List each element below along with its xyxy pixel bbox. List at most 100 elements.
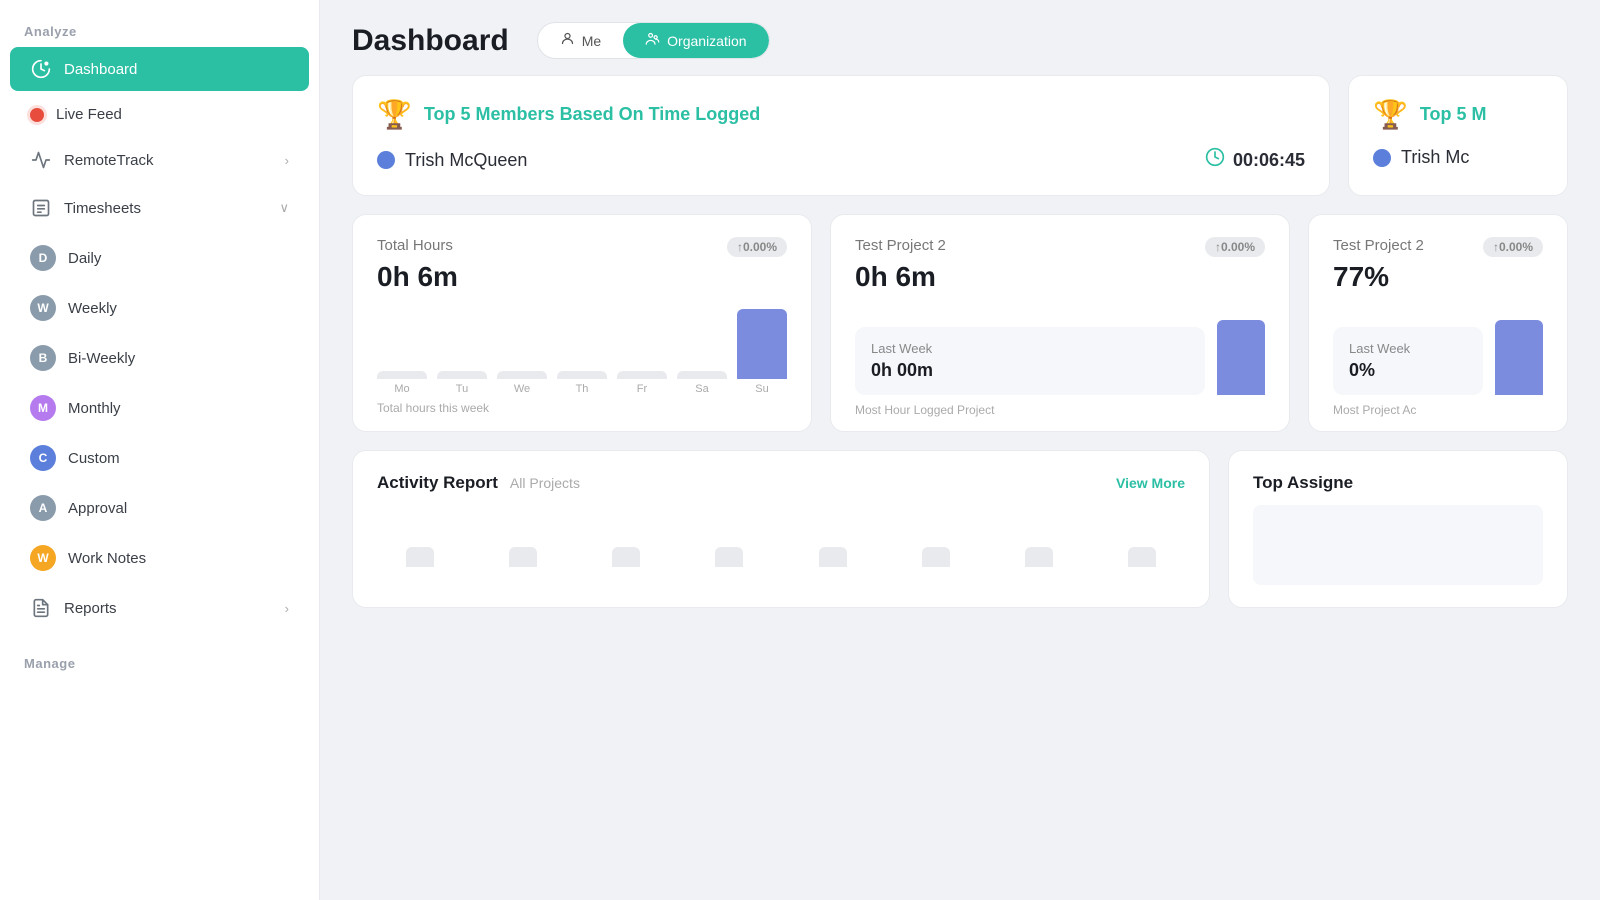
top-members-card: 🏆 Top 5 Members Based On Time Logged Tri… [352,75,1330,196]
activity-sub: All Projects [510,475,580,491]
bar-su [737,309,787,379]
member-dot-2 [1373,149,1391,167]
act-bar-4 [687,507,772,567]
person-icon [560,31,575,50]
bar-col-tu: Tu [437,305,487,395]
live-feed-icon [30,108,44,122]
bottom-row: Activity Report All Projects View More T… [352,450,1568,608]
act-bar-6 [893,507,978,567]
test-project-badge: ↑0.00% [1205,237,1265,257]
total-hours-value: 0h 6m [377,261,787,293]
test-project-2-inner: Last Week 0% [1333,305,1543,395]
sidebar-item-dashboard[interactable]: Dashboard [10,47,309,91]
test-project-card: Test Project 2 ↑0.00% 0h 6m Last Week 0h… [830,214,1290,432]
gauge-icon [30,58,52,80]
project-bar [1217,320,1265,395]
sidebar-item-label-worknotes: Work Notes [68,550,146,567]
biweekly-avatar: B [30,345,56,371]
last-week-value-2: 0% [1349,360,1467,381]
member-name-2: Trish Mc [1401,147,1543,168]
total-hours-card: Total Hours ↑0.00% 0h 6m Mo Tu We [352,214,812,432]
sidebar-item-label-timesheets: Timesheets [64,200,141,217]
bar-label-tu: Tu [456,383,468,395]
sidebar-item-live-feed[interactable]: Live Feed [10,95,309,134]
act-bar-shape-4 [715,547,743,567]
daily-avatar: D [30,245,56,271]
test-project-2-label: Test Project 2 [1333,237,1424,254]
sidebar-item-label-custom: Custom [68,450,120,467]
timesheets-sub-items: D Daily W Weekly B Bi-Weekly M Monthly C… [0,232,319,584]
bar-col-fr: Fr [617,305,667,395]
last-week-value: 0h 00m [871,360,1189,381]
activity-title: Activity Report [377,473,498,493]
trophy-title: Top 5 Members Based On Time Logged [424,104,760,125]
sidebar-item-label-live-feed: Live Feed [56,106,122,123]
bar-we [497,371,547,379]
custom-avatar: C [30,445,56,471]
monthly-avatar: M [30,395,56,421]
project-bar-2 [1495,320,1543,395]
approval-avatar: A [30,495,56,521]
sidebar-item-worknotes[interactable]: W Work Notes [10,534,309,582]
last-week-label-2: Last Week [1349,341,1467,356]
tab-organization[interactable]: Organization [623,23,768,58]
chevron-right-icon: › [285,153,289,168]
sidebar-section-analyze: Analyze [0,16,319,45]
sidebar-item-timesheets[interactable]: Timesheets ∨ [10,186,309,230]
activity-header: Activity Report All Projects View More [377,473,1185,493]
test-project-2-right [1495,305,1543,395]
top-assignee-title: Top Assigne [1253,473,1543,493]
bar-sa [677,371,727,379]
act-bar-shape-7 [1025,547,1053,567]
act-bar-shape-1 [406,547,434,567]
sidebar-item-daily[interactable]: D Daily [10,234,309,282]
test-project-right [1217,305,1265,395]
bar-mo [377,371,427,379]
view-more-link[interactable]: View More [1116,475,1185,491]
top-assignee-card: Top Assigne [1228,450,1568,608]
act-bar-8 [1100,507,1185,567]
total-hours-footer: Total hours this week [377,401,787,415]
bar-th [557,371,607,379]
page-title: Dashboard [352,24,509,58]
sidebar-item-custom[interactable]: C Custom [10,434,309,482]
bar-col-th: Th [557,305,607,395]
view-tab-group: Me Organization [537,22,770,59]
act-bar-shape-5 [819,547,847,567]
tab-org-label: Organization [667,33,746,49]
content-area: 🏆 Top 5 Members Based On Time Logged Tri… [320,75,1600,900]
bar-fr [617,371,667,379]
total-hours-badge: ↑0.00% [727,237,787,257]
sidebar-item-label-dashboard: Dashboard [64,61,137,78]
act-bar-shape-2 [509,547,537,567]
sidebar-item-weekly[interactable]: W Weekly [10,284,309,332]
main-header: Dashboard Me Organization [320,0,1600,75]
last-week-box-2: Last Week 0% [1333,327,1483,395]
test-project-header: Test Project 2 ↑0.00% [855,237,1265,257]
test-project-2-left: Last Week 0% [1333,319,1483,395]
act-bar-1 [377,507,462,567]
bar-label-mo: Mo [394,383,409,395]
sidebar-item-biweekly[interactable]: B Bi-Weekly [10,334,309,382]
bar-tu [437,371,487,379]
test-project-card-2: Test Project 2 ↑0.00% 77% Last Week 0% [1308,214,1568,432]
act-bar-2 [480,507,565,567]
test-project-inner: Last Week 0h 00m [855,305,1265,395]
trophy-icon-2: 🏆 [1373,98,1408,131]
worknotes-avatar: W [30,545,56,571]
activity-card: Activity Report All Projects View More [352,450,1210,608]
trophy-card-header: 🏆 Top 5 Members Based On Time Logged [377,98,1305,131]
last-week-box: Last Week 0h 00m [855,327,1205,395]
trophy-icon: 🏆 [377,98,412,131]
tab-me[interactable]: Me [538,23,623,58]
sidebar-item-monthly[interactable]: M Monthly [10,384,309,432]
top-assignee-content [1253,505,1543,585]
sidebar-item-approval[interactable]: A Approval [10,484,309,532]
sidebar-item-remotetrack[interactable]: RemoteTrack › [10,138,309,182]
sidebar-item-reports[interactable]: Reports › [10,586,309,630]
test-project-2-value: 77% [1333,261,1543,293]
trophy-member-row-2: Trish Mc [1373,147,1543,168]
clock-icon [1205,147,1225,173]
tab-me-label: Me [582,33,601,49]
sidebar-item-label-daily: Daily [68,250,101,267]
